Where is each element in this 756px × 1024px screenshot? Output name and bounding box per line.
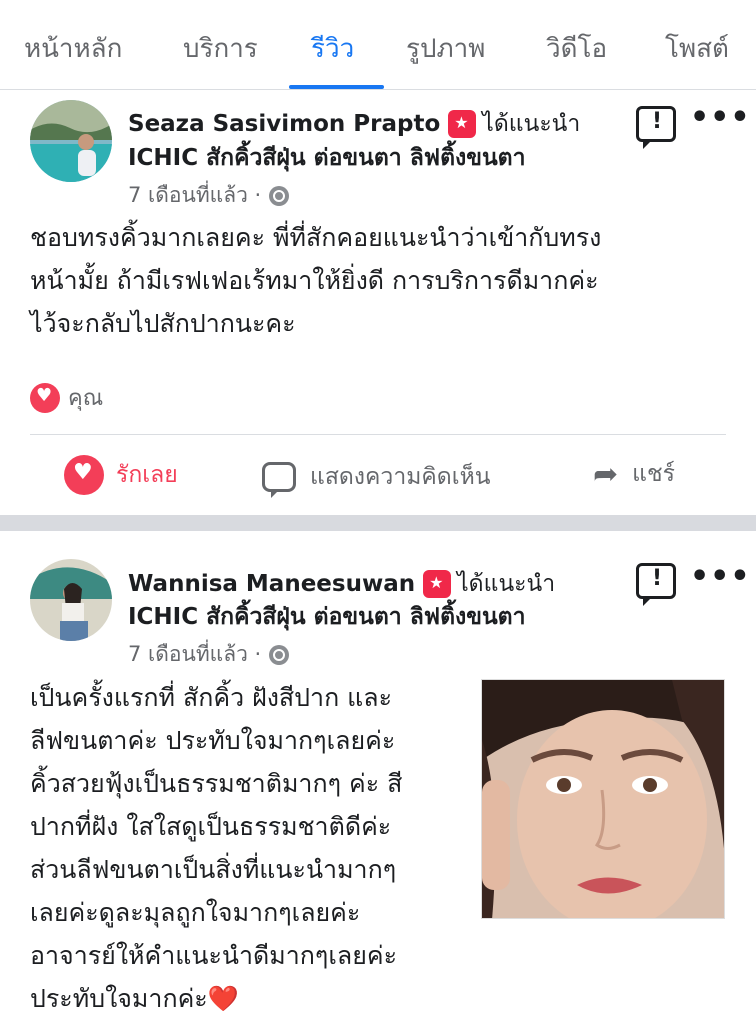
- page-tabs: หน้าหลัก บริการ รีวิว รูปภาพ วิดีโอ โพสต…: [0, 0, 756, 90]
- more-options-icon[interactable]: •••: [690, 100, 751, 135]
- author-name[interactable]: Wannisa Maneesuwan: [128, 571, 415, 597]
- review-photo[interactable]: [481, 679, 725, 919]
- active-tab-indicator: [289, 85, 384, 89]
- review-text: เป็นครั้งแรกที่ สักคิ้ว ฝังสีปาก และ ลีฟ…: [30, 676, 470, 1020]
- recommend-label: ได้แนะนำ: [482, 111, 581, 137]
- page-name[interactable]: ICHIC สักคิ้วสีฝุ่น ต่อขนตา ลิฟติ้งขนตา: [128, 599, 526, 635]
- avatar[interactable]: [30, 559, 112, 641]
- tab-photos[interactable]: รูปภาพ: [406, 28, 485, 69]
- share-label: แชร์: [632, 461, 675, 487]
- reaction-summary[interactable]: คุณ: [30, 380, 103, 415]
- comment-icon: [262, 462, 296, 498]
- page-name[interactable]: ICHIC สักคิ้วสีฝุ่น ต่อขนตา ลิฟติ้งขนตา: [128, 140, 526, 176]
- globe-icon: [269, 644, 290, 665]
- review-text: ชอบทรงคิ้วมากเลยคะ พี่ที่สักคอยแนะนำว่าเ…: [30, 216, 601, 345]
- review-line: อาจารย์ให้คำแนะนำดีมากๆเลยค่ะ: [30, 941, 398, 970]
- love-reaction-icon: [30, 382, 60, 413]
- post-time[interactable]: 7 เดือนที่แล้ว ·: [128, 179, 261, 212]
- review-line: ปากที่ฝัง ใสใสดูเป็นธรรมชาติดีค่ะ: [30, 812, 392, 841]
- review-line: หน้ามั้ย ถ้ามีเรฟเฟอเร้ทมาให้ยิ่งดี การบ…: [30, 266, 599, 295]
- review-line: ส่วนลีฟขนตาเป็นสิ่งที่แนะนำมากๆ: [30, 855, 397, 884]
- review-post: Seaza Sasivimon Prapto ได้แนะนำ ICHIC สั…: [0, 90, 756, 515]
- avatar[interactable]: [30, 100, 112, 182]
- comment-button[interactable]: แสดงความคิดเห็น: [262, 459, 491, 498]
- love-button[interactable]: รักเลย: [64, 455, 178, 495]
- author-line: Wannisa Maneesuwan ได้แนะนำ: [128, 566, 555, 602]
- comment-label: แสดงความคิดเห็น: [310, 464, 491, 490]
- post-separator: [0, 515, 756, 531]
- heart-icon: [64, 455, 104, 495]
- post-time[interactable]: 7 เดือนที่แล้ว ·: [128, 638, 261, 671]
- tab-reviews[interactable]: รีวิว: [311, 28, 354, 69]
- review-line: เป็นครั้งแรกที่ สักคิ้ว ฝังสีปาก และ: [30, 683, 393, 712]
- recommend-label: ได้แนะนำ: [457, 571, 556, 597]
- recommend-icon: [423, 570, 452, 598]
- recommend-icon: [448, 110, 477, 138]
- reaction-by: คุณ: [68, 386, 104, 411]
- share-icon: ➦: [593, 456, 619, 492]
- review-line: ไว้จะกลับไปสักปากนะคะ: [30, 309, 296, 338]
- author-name[interactable]: Seaza Sasivimon Prapto: [128, 111, 440, 137]
- post-meta: 7 เดือนที่แล้ว ·: [128, 179, 290, 212]
- review-line: ชอบทรงคิ้วมากเลยคะ พี่ที่สักคอยแนะนำว่าเ…: [30, 223, 602, 252]
- tab-videos[interactable]: วิดีโอ: [546, 28, 607, 69]
- tab-posts[interactable]: โพสต์: [665, 28, 729, 69]
- review-line: คิ้วสวยฟุ้งเป็นธรรมชาติมากๆ ค่ะ สี: [30, 769, 403, 798]
- post-meta: 7 เดือนที่แล้ว ·: [128, 638, 290, 671]
- divider: [30, 434, 726, 435]
- tab-services[interactable]: บริการ: [183, 28, 258, 69]
- review-line: เลยค่ะดูละมุลถูกใจมากๆเลยค่ะ: [30, 898, 361, 927]
- love-label: รักเลย: [116, 462, 178, 488]
- review-line: ประทับใจมากค่ะ❤️: [30, 984, 239, 1013]
- report-icon[interactable]: [636, 563, 676, 606]
- author-line: Seaza Sasivimon Prapto ได้แนะนำ: [128, 106, 580, 142]
- review-line: ลีฟขนตาค่ะ ประทับใจมากๆเลยค่ะ: [30, 726, 396, 755]
- share-button[interactable]: ➦ แชร์: [593, 456, 675, 492]
- globe-icon: [269, 185, 290, 206]
- tab-home[interactable]: หน้าหลัก: [24, 28, 122, 69]
- report-icon[interactable]: [636, 106, 676, 149]
- more-options-icon[interactable]: •••: [690, 559, 751, 594]
